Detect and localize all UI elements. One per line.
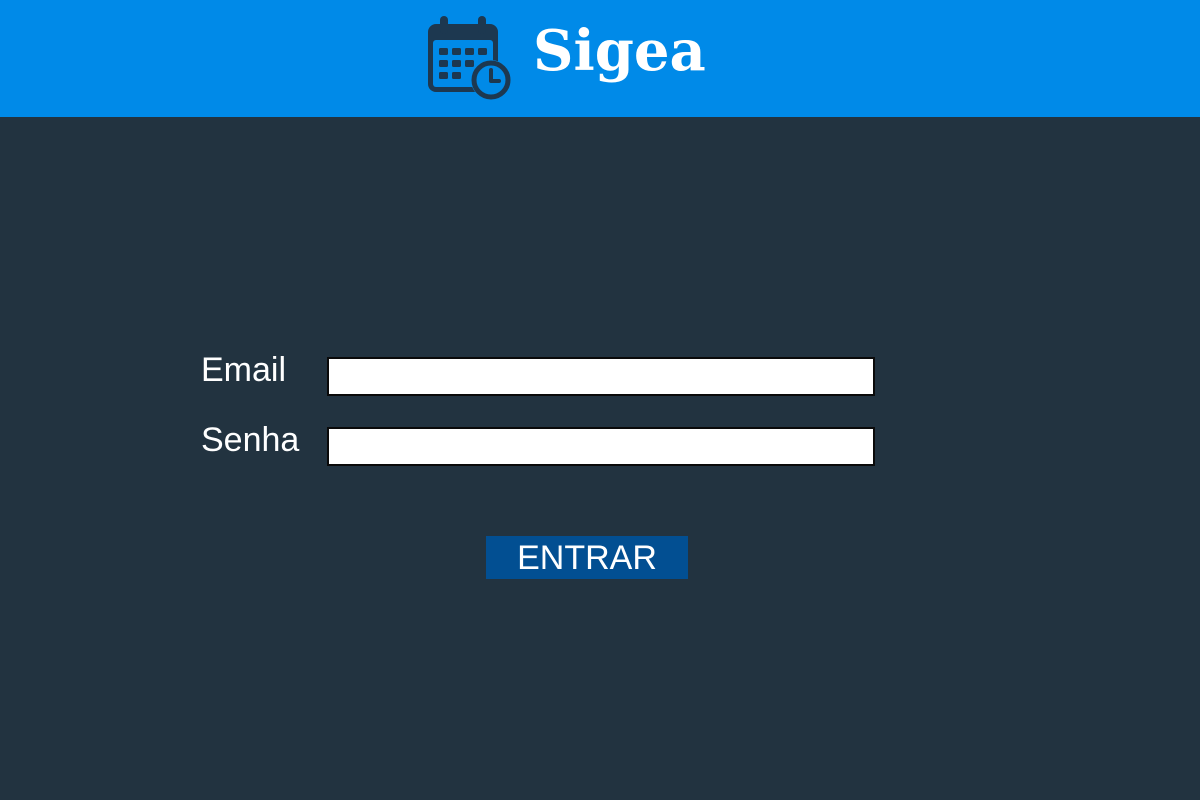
email-field[interactable]: [327, 357, 875, 396]
app-header: Sigea: [0, 0, 1200, 117]
password-label: Senha: [201, 421, 300, 459]
email-label: Email: [201, 351, 287, 389]
password-field[interactable]: [327, 427, 875, 466]
submit-button[interactable]: ENTRAR: [486, 536, 688, 579]
brand-name: Sigea: [533, 18, 706, 84]
calendar-clock-icon: [428, 16, 511, 100]
